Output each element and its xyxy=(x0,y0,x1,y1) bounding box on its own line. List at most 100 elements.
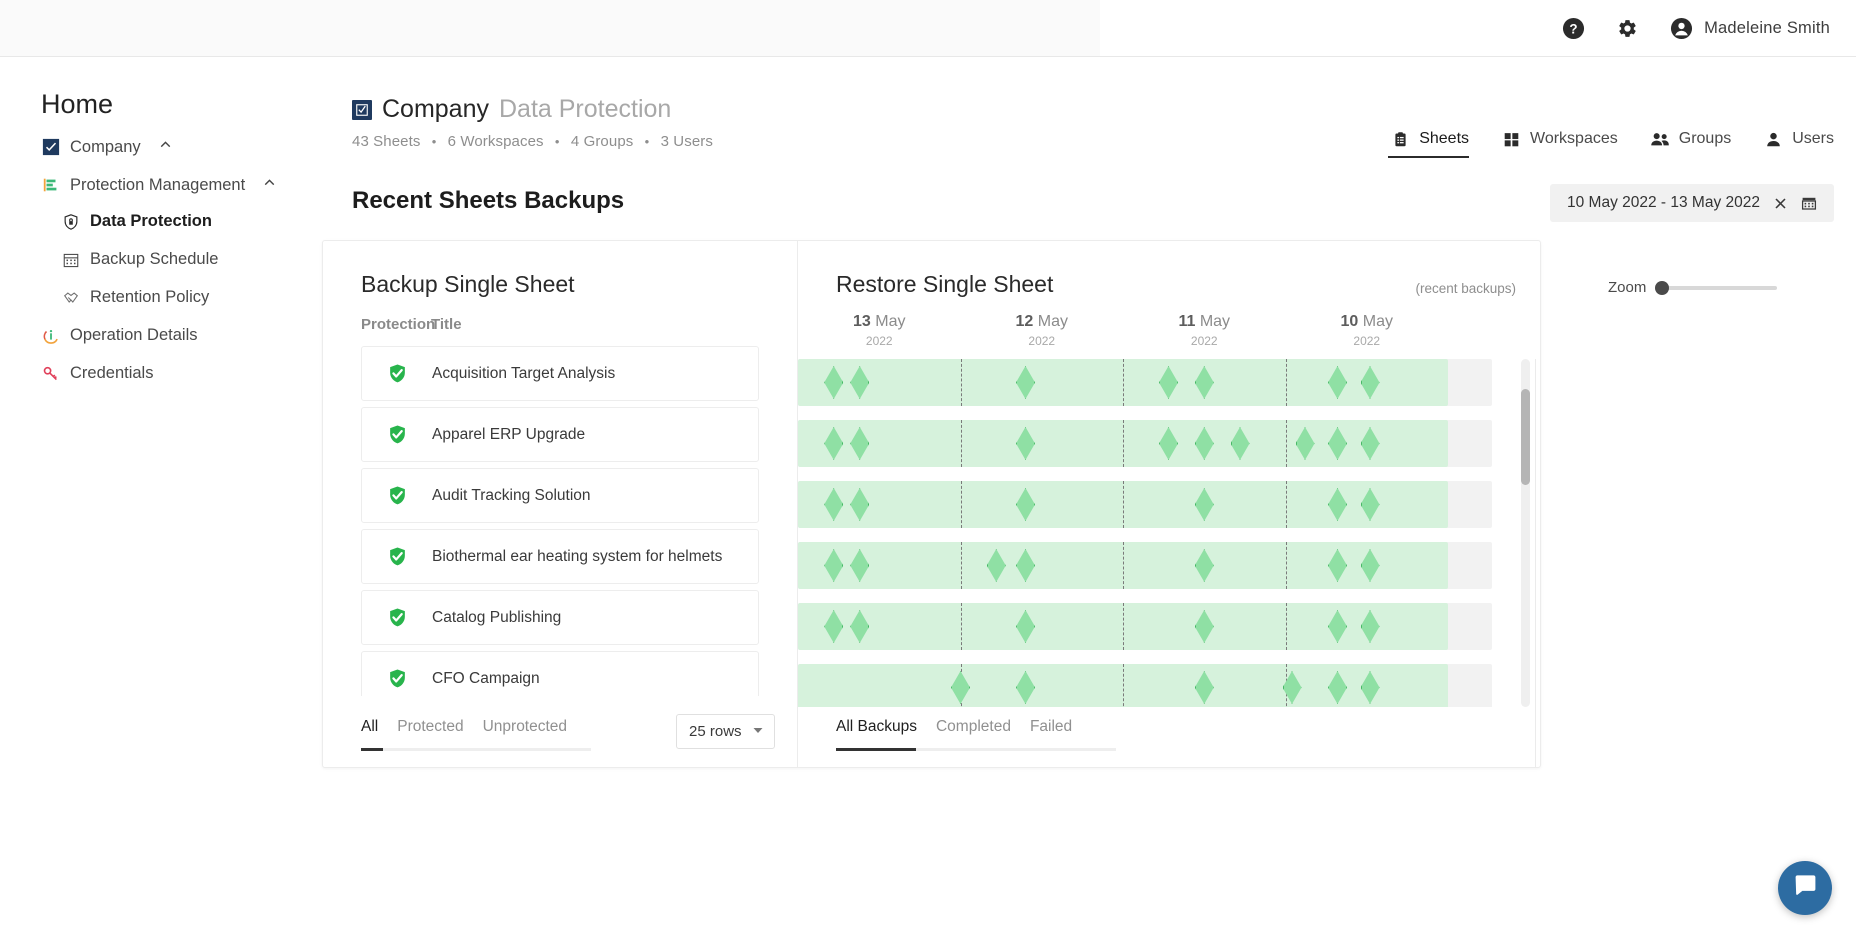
timeline-day-label: 12 May xyxy=(982,313,1102,331)
timeline-year: 2022 xyxy=(1353,334,1381,348)
protected-shield-icon xyxy=(362,424,432,445)
stat-groups: 4 Groups xyxy=(570,133,634,150)
sidebar-item-data-protection[interactable]: Data Protection xyxy=(61,212,212,231)
sidebar-item-label: Protection Management xyxy=(70,175,246,194)
person-icon xyxy=(1761,127,1785,151)
clipboard-icon xyxy=(1388,127,1412,151)
table-row[interactable]: Apparel ERP Upgrade xyxy=(361,407,759,462)
filter-tab-protected[interactable]: Protected xyxy=(397,718,463,745)
timeline-year: 2022 xyxy=(865,334,893,348)
chevron-up-icon[interactable] xyxy=(157,136,174,158)
protected-shield-icon xyxy=(362,485,432,506)
sidebar-item-retention-policy[interactable]: Retention Policy xyxy=(61,288,209,307)
recent-backups-note: (recent backups) xyxy=(1415,281,1516,296)
filter-tab-all[interactable]: All xyxy=(361,718,378,745)
section-name: Data Protection xyxy=(499,95,672,123)
timeline-day-number: 13 xyxy=(853,313,871,330)
rows-per-page-select[interactable]: 25 rows xyxy=(676,714,775,749)
timeline-day-label: 11 May xyxy=(1144,313,1264,331)
protected-shield-icon xyxy=(362,363,432,384)
column-title: Title xyxy=(431,316,462,333)
sheet-title: Audit Tracking Solution xyxy=(432,486,591,504)
timeline-month: May xyxy=(875,313,906,330)
table-row[interactable]: Acquisition Target Analysis xyxy=(361,346,759,401)
gear-icon[interactable] xyxy=(1615,16,1639,40)
date-range-picker[interactable]: 10 May 2022 - 13 May 2022 xyxy=(1549,184,1834,222)
info-icon xyxy=(41,326,60,345)
sheet-title: Acquisition Target Analysis xyxy=(432,364,616,382)
timeline-month: May xyxy=(1037,313,1068,330)
timeline-month: May xyxy=(1362,313,1393,330)
timeline-year: 2022 xyxy=(1190,334,1218,348)
sheet-title: Catalog Publishing xyxy=(432,608,562,626)
backup-single-sheet-panel: Backup Single Sheet Protection Title Acq… xyxy=(323,241,798,767)
table-row[interactable]: Audit Tracking Solution xyxy=(361,468,759,523)
timeline-divider xyxy=(1535,359,1536,767)
status-tab-completed[interactable]: Completed xyxy=(936,718,1011,745)
sidebar-item-label: Backup Schedule xyxy=(90,250,219,268)
sidebar-item-operation-details[interactable]: Operation Details xyxy=(41,326,197,345)
timeline-day-separator xyxy=(960,481,962,528)
timeline-day-number: 10 xyxy=(1340,313,1359,330)
timeline-day-separator xyxy=(1123,542,1124,589)
sidebar-item-company[interactable]: Company xyxy=(41,136,174,158)
filter-tab-unprotected[interactable]: Unprotected xyxy=(483,718,567,745)
close-x-icon[interactable] xyxy=(1773,196,1788,211)
page-title: Recent Sheets Backups xyxy=(352,187,625,214)
company-name: Company xyxy=(382,95,489,123)
restore-panel-title: Restore Single Sheet xyxy=(836,271,1054,297)
chevron-up-icon[interactable] xyxy=(261,174,278,196)
tab-users[interactable]: Users xyxy=(1761,127,1834,158)
timeline-day-number: 12 xyxy=(1015,313,1034,330)
timeline-row xyxy=(798,664,1492,707)
backup-panel-title: Backup Single Sheet xyxy=(361,271,575,297)
timeline-day-separator xyxy=(1123,359,1124,406)
status-tabs-underline xyxy=(836,748,1116,751)
timeline-date-header: 13 May 2022 12 May 2022 11 May 2022 10 May 2022 xyxy=(798,313,1540,359)
svg-text:?: ? xyxy=(1569,21,1577,36)
sidebar-item-credentials[interactable]: Credentials xyxy=(41,364,153,383)
sidebar-item-label: Credentials xyxy=(70,364,154,382)
timeline-row xyxy=(798,603,1492,650)
zoom-slider-handle[interactable] xyxy=(1655,280,1670,295)
people-icon xyxy=(1648,127,1672,151)
timeline-day-separator xyxy=(1123,603,1124,650)
zoom-slider[interactable] xyxy=(1655,280,1778,295)
timeline-day-header: 10 May 2022 xyxy=(1307,313,1427,348)
timeline-scrollbar-thumb[interactable] xyxy=(1521,389,1530,485)
tab-workspaces[interactable]: Workspaces xyxy=(1499,127,1618,158)
protection-filter-tabs: All Protected Unprotected xyxy=(361,718,586,745)
tab-sheets[interactable]: Sheets xyxy=(1388,127,1469,158)
calendar-icon xyxy=(61,250,80,269)
sidebar-item-protection-management[interactable]: Protection Management xyxy=(41,174,278,196)
status-tab-all-backups[interactable]: All Backups xyxy=(836,718,917,745)
checkbox-square-icon xyxy=(41,138,60,157)
stat-separator: • xyxy=(431,134,437,149)
table-row[interactable]: Catalog Publishing xyxy=(361,590,759,645)
timeline-scrollbar[interactable] xyxy=(1521,359,1530,707)
stat-workspaces: 6 Workspaces xyxy=(447,133,544,150)
support-chat-button[interactable] xyxy=(1778,861,1832,915)
stat-users: 3 Users xyxy=(660,133,713,150)
header-stats: 43 Sheets • 6 Workspaces • 4 Groups • 3 … xyxy=(352,133,713,150)
rows-per-page-value: 25 rows xyxy=(689,723,742,740)
status-tab-failed[interactable]: Failed xyxy=(1030,718,1072,745)
timeline-day-number: 11 xyxy=(1178,313,1196,330)
top-bar-actions: ? Madeleine Smith xyxy=(1561,0,1830,56)
calendar-icon[interactable] xyxy=(1801,195,1817,211)
table-row[interactable]: CFO Campaign xyxy=(361,651,759,696)
tab-groups[interactable]: Groups xyxy=(1648,127,1731,158)
protected-shield-icon xyxy=(362,668,432,689)
zoom-slider-group: Zoom xyxy=(1608,279,1778,296)
timeline-day-separator xyxy=(1285,359,1287,406)
entity-nav: Sheets Workspaces Groups Users xyxy=(1388,127,1834,158)
user-name: Madeleine Smith xyxy=(1704,18,1830,37)
sidebar-item-label: Company xyxy=(70,137,141,156)
sidebar-item-backup-schedule[interactable]: Backup Schedule xyxy=(61,250,218,269)
help-circle-icon[interactable]: ? xyxy=(1561,16,1585,40)
user-menu[interactable]: Madeleine Smith xyxy=(1669,16,1830,40)
timeline-day-header: 12 May 2022 xyxy=(982,313,1102,348)
timeline-year: 2022 xyxy=(1028,334,1056,348)
table-row[interactable]: Biothermal ear heating system for helmet… xyxy=(361,529,759,584)
timeline-day-header: 13 May 2022 xyxy=(819,313,939,348)
